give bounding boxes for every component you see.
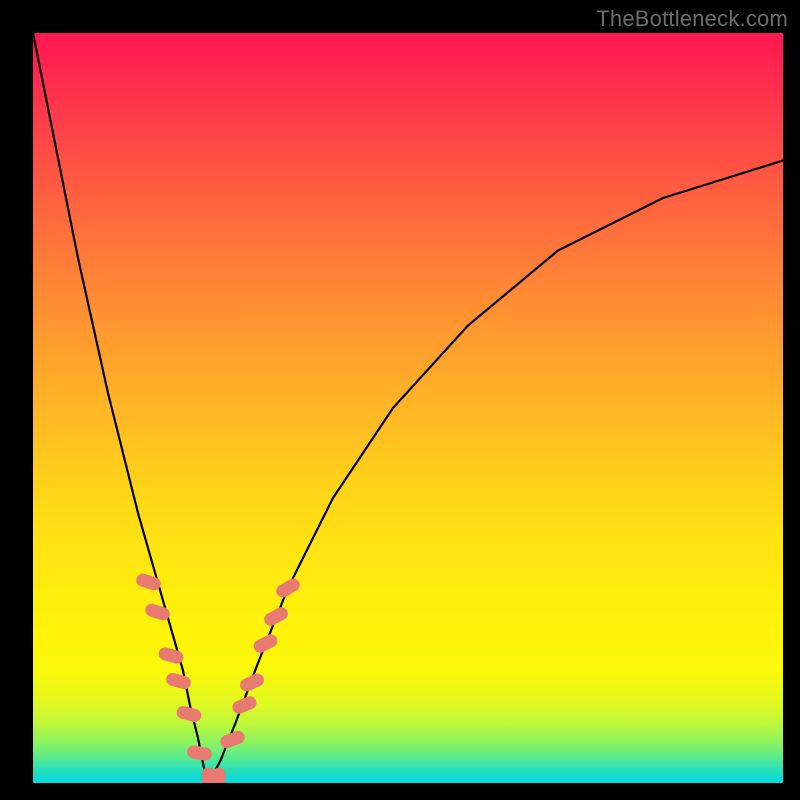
curve-layer [33, 33, 783, 783]
curve-bead [186, 744, 213, 761]
curve-bead [175, 705, 202, 724]
outer-frame: TheBottleneck.com [0, 0, 800, 800]
curve-bead [262, 605, 290, 628]
curve-bead [274, 576, 302, 600]
right-curve [209, 161, 784, 784]
watermark-text: TheBottleneck.com [596, 6, 788, 32]
curve-bead [135, 572, 163, 592]
curve-bead [238, 671, 266, 693]
plot-area [33, 33, 783, 783]
curve-bead [157, 646, 185, 665]
curve-bead [251, 632, 279, 655]
curve-bead [213, 768, 226, 784]
curve-bead [165, 671, 193, 690]
left-curve [33, 33, 209, 783]
bead-group [135, 572, 302, 783]
